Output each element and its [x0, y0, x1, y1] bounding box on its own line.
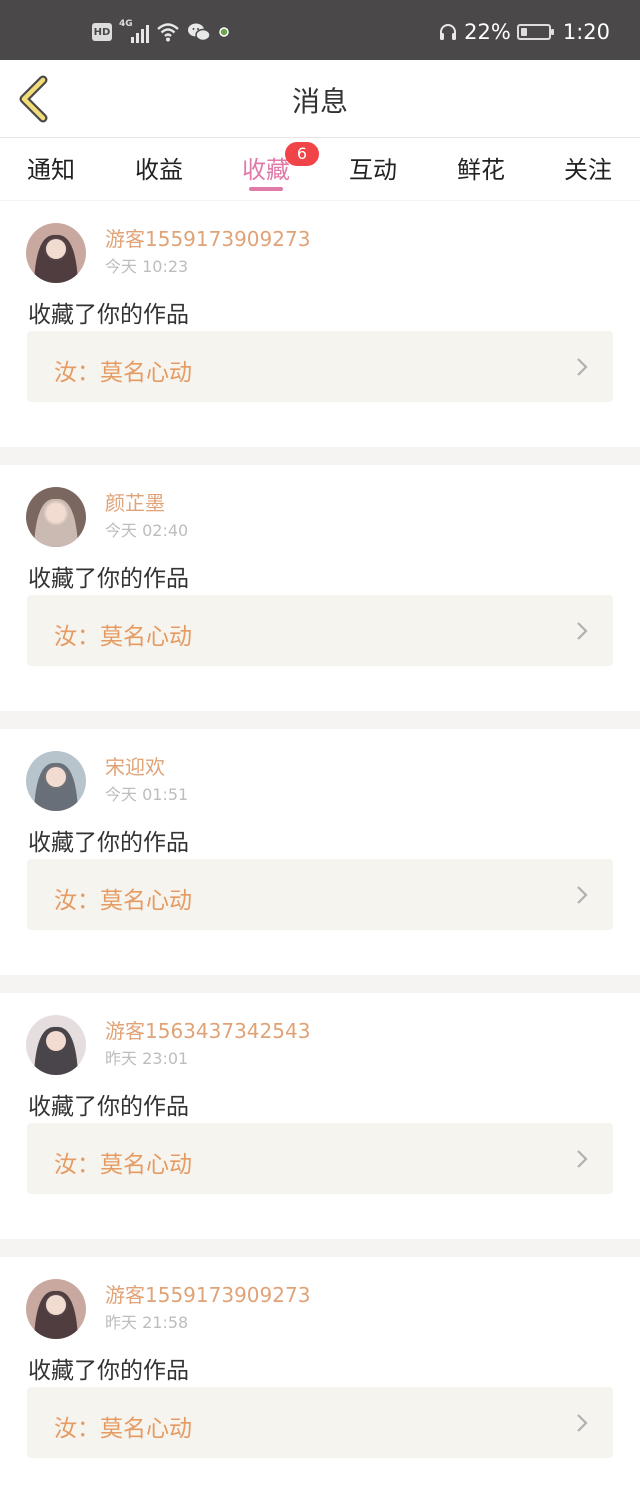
hd-badge: HD [92, 23, 112, 41]
page-title: 消息 [291, 85, 348, 118]
avatar[interactable] [26, 1015, 86, 1075]
tab-interactions[interactable]: 互动 [328, 150, 418, 185]
timestamp: 今天 10:23 [105, 257, 189, 276]
timestamp: 今天 01:51 [105, 785, 189, 804]
list-item: 游客1559173909273 昨天 21:58 收藏了你的作品 汝：莫名心动 [0, 1257, 640, 1503]
list-item: 游客1563437342543 昨天 23:01 收藏了你的作品 汝：莫名心动 [0, 993, 640, 1239]
battery-percent: 22% [464, 20, 511, 44]
clock: 1:20 [562, 20, 610, 44]
status-right-icons: 22% 1:20 [438, 18, 610, 46]
avatar[interactable] [26, 223, 86, 283]
notification-dot-icon [219, 27, 229, 37]
username[interactable]: 颜芷墨 [105, 487, 165, 516]
tab-following[interactable]: 关注 [543, 150, 633, 185]
avatar[interactable] [26, 487, 86, 547]
status-left-icons: HD 4G [92, 19, 230, 44]
unread-badge: 6 [285, 142, 319, 166]
timestamp: 昨天 21:58 [105, 1313, 189, 1332]
battery-icon [516, 24, 554, 40]
work-link[interactable]: 汝：莫名心动 [27, 1387, 613, 1458]
wifi-icon [157, 23, 179, 42]
list-item: 颜芷墨 今天 02:40 收藏了你的作品 汝：莫名心动 [0, 465, 640, 711]
tab-earnings[interactable]: 收益 [114, 150, 204, 185]
list-item: 宋迎欢 今天 01:51 收藏了你的作品 汝：莫名心动 [0, 729, 640, 975]
action-text: 收藏了你的作品 [28, 302, 189, 328]
timestamp: 昨天 23:01 [105, 1049, 189, 1068]
action-text: 收藏了你的作品 [28, 566, 189, 592]
action-text: 收藏了你的作品 [28, 830, 189, 856]
work-link[interactable]: 汝：莫名心动 [27, 595, 613, 666]
avatar[interactable] [26, 751, 86, 811]
work-title: 汝：莫名心动 [54, 888, 192, 914]
chevron-right-icon [577, 886, 588, 904]
work-title: 汝：莫名心动 [54, 1152, 192, 1178]
tab-favorites[interactable]: 收藏 6 [221, 142, 319, 191]
chevron-right-icon [577, 358, 588, 376]
chevron-right-icon [577, 1150, 588, 1168]
list-item: 游客1559173909273 今天 10:23 收藏了你的作品 汝：莫名心动 [0, 201, 640, 447]
headphones-icon [440, 24, 457, 40]
status-bar: HD 4G 22% 1:20 [0, 0, 640, 60]
cellular-signal-icon: 4G [119, 19, 149, 43]
tab-flowers[interactable]: 鲜花 [436, 150, 526, 185]
wechat-icon [188, 23, 211, 42]
action-text: 收藏了你的作品 [28, 1358, 189, 1384]
username[interactable]: 游客1563437342543 [105, 1015, 310, 1044]
timestamp: 今天 02:40 [105, 521, 189, 540]
work-link[interactable]: 汝：莫名心动 [27, 331, 613, 402]
work-link[interactable]: 汝：莫名心动 [27, 1123, 613, 1194]
chevron-right-icon [577, 622, 588, 640]
category-tabs: 通知 收益 收藏 6 互动 鲜花 关注 [0, 138, 640, 200]
username[interactable]: 宋迎欢 [105, 751, 165, 780]
work-title: 汝：莫名心动 [54, 624, 192, 650]
work-title: 汝：莫名心动 [54, 1416, 192, 1442]
action-text: 收藏了你的作品 [28, 1094, 189, 1120]
work-title: 汝：莫名心动 [54, 360, 192, 386]
chevron-right-icon [577, 1414, 588, 1432]
username[interactable]: 游客1559173909273 [105, 223, 310, 252]
avatar[interactable] [26, 1279, 86, 1339]
username[interactable]: 游客1559173909273 [105, 1279, 310, 1308]
app-header: 消息 [0, 60, 640, 138]
work-link[interactable]: 汝：莫名心动 [27, 859, 613, 930]
active-tab-indicator [249, 187, 283, 191]
tab-notifications[interactable]: 通知 [6, 150, 96, 185]
